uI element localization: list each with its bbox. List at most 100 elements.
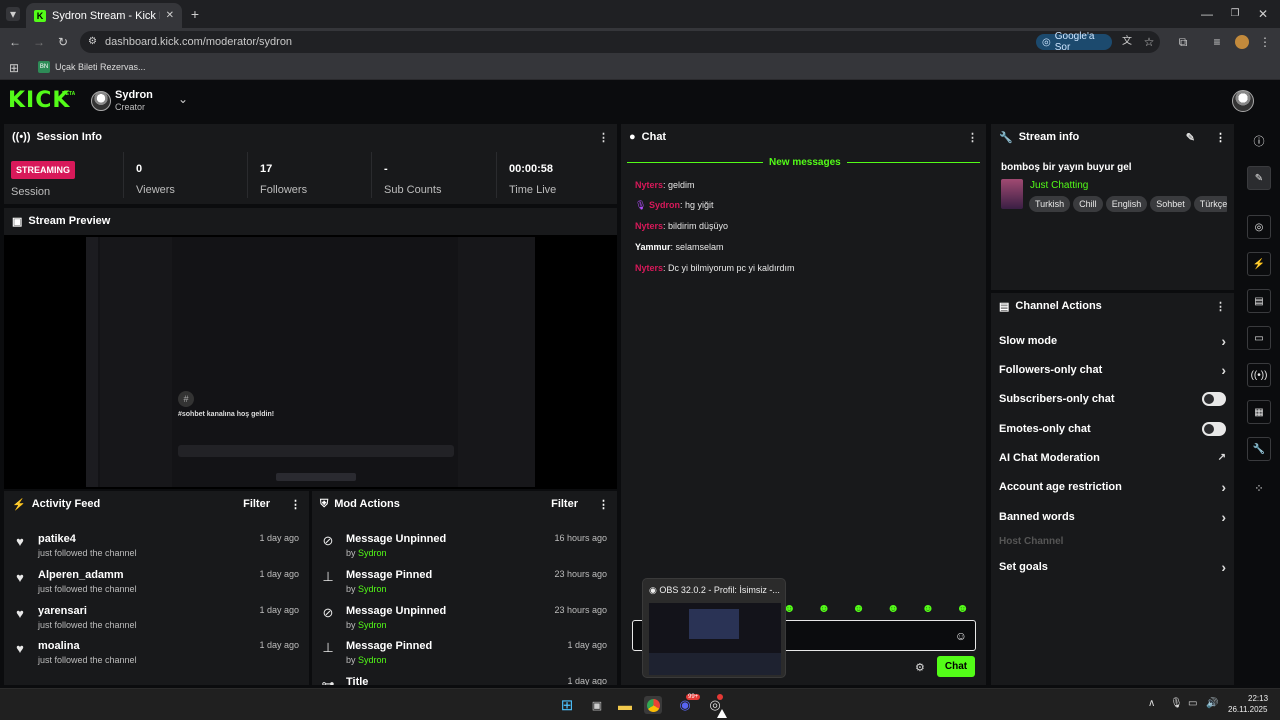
stat-time-live: 00:00:58 Time Live [496, 152, 617, 198]
chat-settings-icon[interactable]: ⚙ [915, 661, 925, 674]
more-options-icon[interactable]: ⋮ [598, 498, 609, 511]
chevron-down-icon[interactable]: ⌄ [176, 92, 190, 106]
network-icon[interactable]: ▭ [1188, 698, 1197, 709]
extensions-icon[interactable]: ⧉ [1176, 35, 1190, 49]
apps-icon[interactable]: ⁘ [1252, 481, 1266, 495]
activity-user[interactable]: Alperen_adamm [38, 569, 124, 581]
screenshot-icon[interactable]: ◎ [1247, 215, 1271, 239]
tab-search-icon[interactable]: ▾ [6, 7, 20, 21]
chevron-right-icon: › [1221, 478, 1226, 495]
site-info-icon[interactable]: ⚙ [88, 37, 97, 47]
obs-taskbar-preview[interactable]: ◉ OBS 32.0.2 - Profil: İsimsiz -... [642, 578, 786, 678]
edit-pencil-icon[interactable]: ✎ [1186, 131, 1195, 144]
category-name[interactable]: Just Chatting [1030, 180, 1088, 191]
send-chat-button[interactable]: Chat [937, 656, 975, 677]
clock-time[interactable]: 22:13 [1248, 694, 1268, 703]
back-icon[interactable]: ← [8, 35, 22, 49]
new-tab-icon[interactable]: + [188, 7, 202, 21]
mod-user[interactable]: Sydron [358, 584, 387, 594]
task-view-icon[interactable]: ▣ [588, 696, 606, 714]
broadcast-rail-icon[interactable]: ((•)) [1247, 363, 1271, 387]
emote-icon[interactable]: ☻ [922, 601, 935, 615]
mod-user[interactable]: Sydron [358, 548, 387, 558]
unpin-icon: ⊘ [322, 533, 334, 548]
mod-action-item: ⊘ Message Unpinned by Sydron 16 hours ag… [312, 527, 617, 563]
more-options-icon[interactable]: ⋮ [290, 498, 301, 511]
layout-rail-icon[interactable]: ▦ [1247, 400, 1271, 424]
restore-icon[interactable]: ❐ [1228, 7, 1242, 21]
more-options-icon[interactable]: ⋮ [967, 131, 978, 144]
edit-layout-icon[interactable]: ✎ [1247, 166, 1271, 190]
category-thumbnail[interactable] [1001, 179, 1023, 209]
close-tab-icon[interactable]: ✕ [166, 10, 174, 21]
pin-icon: ⊥ [322, 640, 334, 655]
forward-icon[interactable]: → [32, 35, 46, 49]
obs-recording-dot [717, 694, 723, 700]
emotes-only-toggle[interactable] [1202, 421, 1226, 436]
emoji-picker-icon[interactable]: ☺ [955, 629, 967, 643]
lightning-rail-icon[interactable]: ⚡ [1247, 252, 1271, 276]
chrome-taskbar-icon[interactable] [644, 696, 662, 714]
mod-filter-button[interactable]: Filter [551, 498, 578, 510]
action-followers-only[interactable]: Followers-only chat › [991, 355, 1234, 384]
user-avatar[interactable] [1232, 90, 1254, 112]
emote-icon[interactable]: ☻ [887, 601, 900, 615]
tag[interactable]: Sohbet [1150, 196, 1191, 212]
browser-tab[interactable]: K Sydron Stream - Kick Dashboard ✕ [26, 3, 182, 28]
subscribers-only-toggle[interactable] [1202, 391, 1226, 406]
address-bar[interactable]: ⚙ dashboard.kick.com/moderator/sydron [80, 31, 1160, 53]
chat-username[interactable]: Yammur [635, 242, 671, 252]
action-ai-moderation[interactable]: AI Chat Moderation ↗ [991, 443, 1234, 472]
chrome-menu-icon[interactable]: ⋮ [1258, 35, 1272, 49]
chat-username[interactable]: Nyters [635, 180, 663, 190]
mod-user[interactable]: Sydron [358, 620, 387, 630]
close-window-icon[interactable]: ✕ [1256, 7, 1270, 21]
reading-list-icon[interactable]: ≡ [1210, 35, 1224, 49]
chat-text: : selamselam [670, 242, 724, 252]
wrench-rail-icon[interactable]: 🔧 [1247, 437, 1271, 461]
apps-grid-icon[interactable]: ⊞ [7, 61, 21, 75]
tray-expand-icon[interactable]: ∧ [1148, 698, 1155, 709]
tag[interactable]: English [1105, 196, 1148, 212]
preview-video[interactable]: # #sohbet kanalına hoş geldin! [4, 235, 617, 489]
clock-date[interactable]: 26.11.2025 [1228, 705, 1267, 714]
minimize-icon[interactable]: — [1200, 7, 1214, 21]
info-icon[interactable]: ⓘ [1252, 134, 1266, 148]
translate-icon[interactable]: 文 [1120, 35, 1134, 49]
action-set-goals[interactable]: Set goals › [991, 552, 1234, 581]
chat-message: Yammur: selamselam [635, 242, 724, 252]
activity-user[interactable]: moalina [38, 640, 80, 652]
tag[interactable]: Türkçe [1193, 196, 1227, 212]
document-icon[interactable]: ▤ [1247, 289, 1271, 313]
emote-icon[interactable]: ☻ [852, 601, 865, 615]
google-ask-chip[interactable]: ◎ Google'a Sor [1036, 31, 1112, 53]
wrench-icon: 🔧 [999, 131, 1013, 144]
bookmark-item[interactable]: BN Uçak Bileti Rezervas... [38, 61, 146, 73]
bookmark-star-icon[interactable]: ☆ [1142, 35, 1156, 49]
file-explorer-icon[interactable]: ▬ [616, 696, 634, 714]
more-options-icon[interactable]: ⋮ [598, 131, 609, 144]
tag[interactable]: Turkish [1029, 196, 1071, 212]
profile-avatar[interactable] [1235, 35, 1249, 49]
more-options-icon[interactable]: ⋮ [1215, 131, 1226, 144]
more-options-icon[interactable]: ⋮ [1215, 300, 1226, 313]
action-slow-mode[interactable]: Slow mode › [991, 326, 1234, 355]
channel-avatar[interactable] [91, 91, 111, 111]
microphone-icon[interactable]: 🎙 [1170, 698, 1183, 709]
volume-icon[interactable]: 🔊 [1206, 698, 1218, 709]
action-account-age[interactable]: Account age restriction › [991, 472, 1234, 501]
chat-text: : hg yiğit [679, 200, 714, 210]
activity-user[interactable]: patike4 [38, 533, 76, 545]
start-menu-icon[interactable]: ⊞ [558, 696, 576, 714]
reload-icon[interactable]: ↻ [56, 35, 70, 49]
activity-filter-button[interactable]: Filter [243, 498, 270, 510]
chat-username[interactable]: Nyters [635, 263, 663, 273]
emote-icon[interactable]: ☻ [956, 601, 969, 615]
mod-user[interactable]: Sydron [358, 655, 387, 665]
emote-icon[interactable]: ☻ [818, 601, 831, 615]
tag[interactable]: Chill [1073, 196, 1103, 212]
chat-username[interactable]: Nyters [635, 221, 663, 231]
chat-rail-icon[interactable]: ▭ [1247, 326, 1271, 350]
chat-username[interactable]: Sydron [649, 200, 680, 210]
activity-user[interactable]: yarensari [38, 605, 87, 617]
